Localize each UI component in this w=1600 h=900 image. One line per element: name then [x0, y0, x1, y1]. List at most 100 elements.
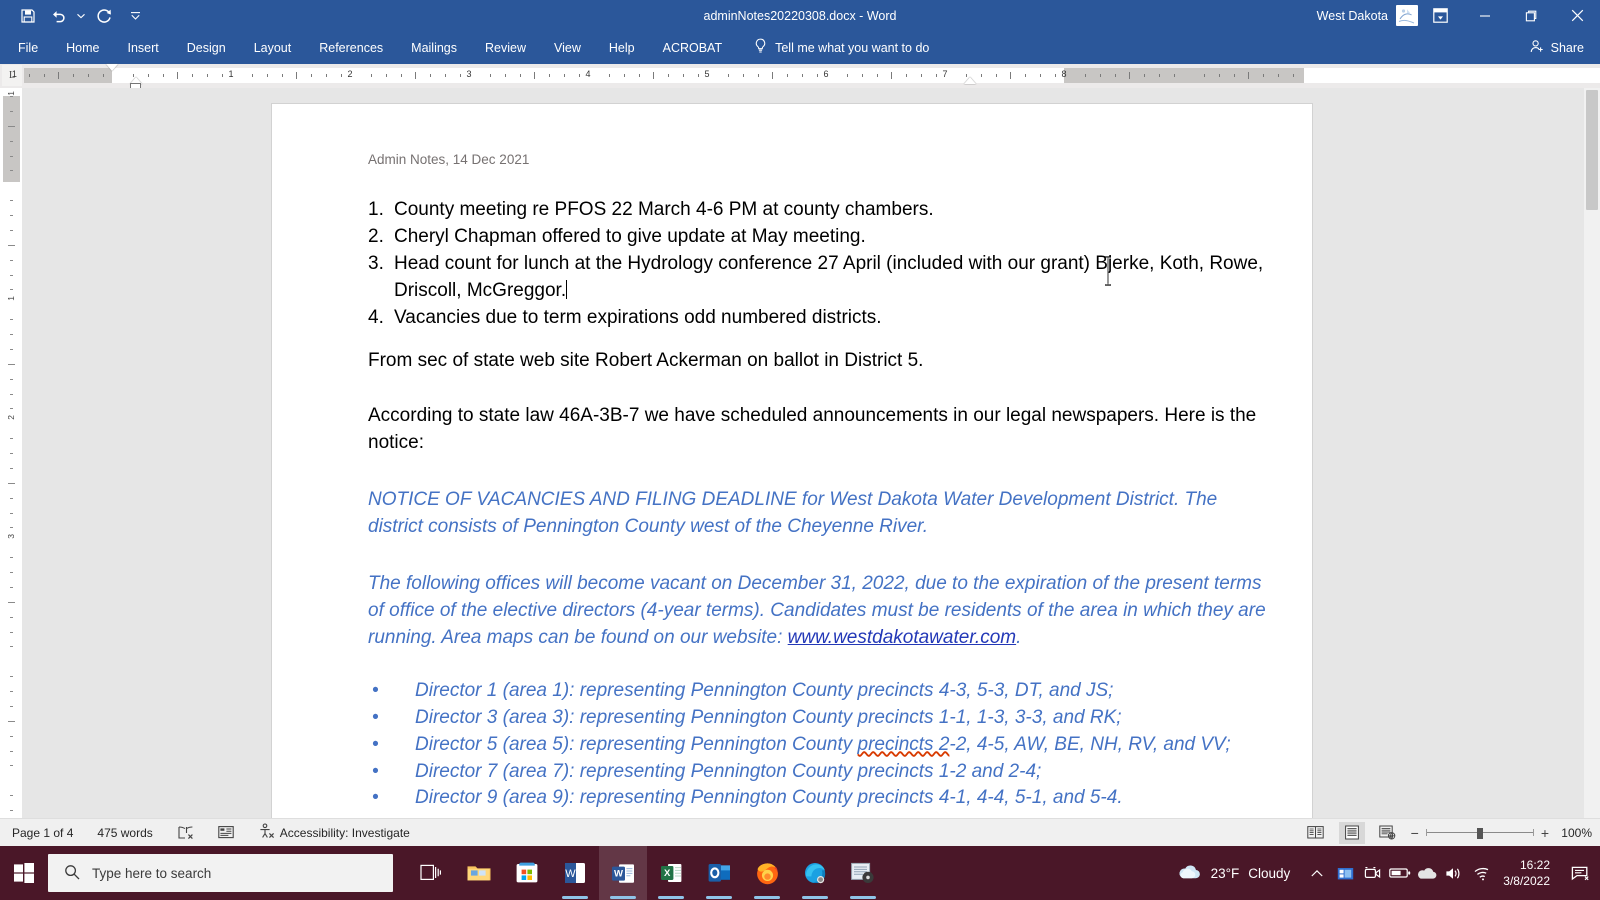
zoom-slider[interactable]: − + 100%	[1411, 825, 1592, 841]
ruler-tick	[371, 74, 372, 77]
vertical-ruler[interactable]: 1123	[3, 88, 20, 818]
meet-now-icon[interactable]	[1332, 846, 1359, 900]
camera-icon[interactable]	[1359, 846, 1386, 900]
ruler-tick	[10, 319, 13, 320]
ruler-tick	[148, 74, 149, 77]
ruler-tick	[966, 74, 967, 77]
volume-icon[interactable]	[1440, 846, 1467, 900]
undo-dropdown-icon[interactable]	[74, 3, 88, 29]
zoom-out-button[interactable]: −	[1411, 825, 1419, 841]
word-icon[interactable]: W	[551, 846, 599, 900]
ruler-tick	[564, 74, 565, 77]
firefox-icon[interactable]	[743, 846, 791, 900]
undo-icon[interactable]	[44, 3, 72, 29]
taskbar-search[interactable]: Type here to search	[48, 854, 393, 892]
zoom-track[interactable]	[1425, 826, 1534, 840]
scrollbar-thumb[interactable]	[1586, 90, 1598, 210]
save-icon[interactable]	[14, 3, 42, 29]
weather-widget[interactable]: 23°F Cloudy	[1165, 864, 1303, 883]
tab-home[interactable]: Home	[52, 31, 113, 64]
tell-me-search[interactable]: Tell me what you want to do	[754, 38, 929, 57]
paragraph-from-sec-of-state: From sec of state web site Robert Ackerm…	[368, 349, 924, 371]
ruler-tick	[10, 527, 13, 528]
ruler-tick	[996, 74, 997, 77]
microsoft-store-icon[interactable]	[503, 846, 551, 900]
share-button[interactable]: Share	[1530, 39, 1584, 57]
print-layout-button[interactable]	[1338, 821, 1365, 844]
ribbon-tab-bar: File Home Insert Design Layout Reference…	[0, 31, 1600, 64]
minimize-button[interactable]	[1462, 0, 1508, 31]
first-line-indent-marker[interactable]	[106, 64, 118, 71]
bullet-text: Director 3 (area 3): representing Pennin…	[415, 706, 1122, 728]
excel-icon[interactable]: X	[647, 846, 695, 900]
tab-insert[interactable]: Insert	[114, 31, 173, 64]
notifications-icon[interactable]	[1560, 846, 1600, 900]
document-page[interactable]: Admin Notes, 14 Dec 2021 1. County meeti…	[272, 104, 1312, 818]
start-button[interactable]	[0, 846, 48, 900]
outlook-icon[interactable]	[695, 846, 743, 900]
proofing-errors-icon[interactable]	[165, 825, 206, 840]
ruler-tick	[534, 72, 535, 79]
ruler-tick	[8, 602, 15, 603]
tab-design[interactable]: Design	[173, 31, 240, 64]
tab-review[interactable]: Review	[471, 31, 540, 64]
close-button[interactable]	[1554, 0, 1600, 31]
tab-layout[interactable]: Layout	[240, 31, 306, 64]
ribbon-display-options-icon[interactable]	[1418, 0, 1462, 31]
account-avatar[interactable]	[1396, 5, 1418, 26]
taskbar-clock[interactable]: 16:22 3/8/2022	[1497, 857, 1560, 889]
ruler-margin-left	[24, 68, 112, 83]
website-link[interactable]: www.westdakotawater.com	[788, 627, 1016, 648]
ruler-tick	[386, 74, 387, 77]
language-icon[interactable]	[206, 825, 246, 840]
ruler-tick	[44, 74, 45, 77]
ruler-tick	[10, 230, 13, 231]
zoom-slider-handle[interactable]	[1476, 827, 1483, 839]
task-view-icon[interactable]	[407, 846, 455, 900]
share-label: Share	[1550, 40, 1584, 55]
zoom-in-button[interactable]: +	[1541, 825, 1549, 841]
ruler-tick	[758, 74, 759, 77]
document-body[interactable]: Admin Notes, 14 Dec 2021 1. County meeti…	[368, 152, 1272, 812]
word-active-icon[interactable]: W	[599, 846, 647, 900]
ruler-tick	[341, 74, 342, 77]
tab-help[interactable]: Help	[595, 31, 649, 64]
redo-icon[interactable]	[90, 3, 118, 29]
ruler-tick	[163, 74, 164, 77]
right-indent-marker[interactable]	[964, 77, 976, 84]
read-mode-button[interactable]	[1303, 822, 1329, 844]
onedrive-icon[interactable]	[1413, 846, 1440, 900]
tab-file[interactable]: File	[0, 31, 52, 64]
tab-acrobat[interactable]: ACROBAT	[649, 31, 737, 64]
notice-text-after-link: .	[1016, 626, 1022, 648]
ruler-tick	[103, 74, 104, 77]
tab-mailings[interactable]: Mailings	[397, 31, 471, 64]
list-item: • Director 7 (area 7): representing Penn…	[368, 759, 1272, 786]
ruler-tick	[1100, 74, 1101, 77]
vertical-scrollbar[interactable]	[1584, 88, 1600, 818]
page-indicator[interactable]: Page 1 of 4	[0, 826, 85, 840]
file-explorer-icon[interactable]	[455, 846, 503, 900]
media-player-icon[interactable]	[839, 846, 887, 900]
tab-view[interactable]: View	[540, 31, 595, 64]
zoom-level-label[interactable]: 100%	[1556, 826, 1592, 840]
edge-icon[interactable]	[791, 846, 839, 900]
customize-quick-access-icon[interactable]	[128, 3, 142, 29]
restore-button[interactable]	[1508, 0, 1554, 31]
battery-icon[interactable]	[1386, 846, 1413, 900]
ruler-tick	[10, 111, 13, 112]
tab-references[interactable]: References	[305, 31, 397, 64]
ruler-tick	[88, 74, 89, 77]
web-layout-button[interactable]	[1375, 822, 1401, 844]
title-bar-right: West Dakota	[1317, 0, 1600, 31]
bullet-marker: •	[372, 787, 379, 809]
ruler-tick	[10, 810, 13, 811]
horizontal-ruler[interactable]: 1 1 2 3 4 5 6 7 8	[12, 64, 1600, 90]
word-count[interactable]: 475 words	[85, 826, 164, 840]
network-icon[interactable]	[1467, 846, 1497, 900]
ruler-tick	[282, 74, 283, 77]
show-hidden-icons-icon[interactable]	[1302, 846, 1332, 900]
accessibility-checker[interactable]: Accessibility: Investigate	[246, 823, 422, 842]
word-application-window: adminNotes20220308.docx - Word West Dako…	[0, 0, 1600, 900]
ruler-tick	[10, 751, 13, 752]
